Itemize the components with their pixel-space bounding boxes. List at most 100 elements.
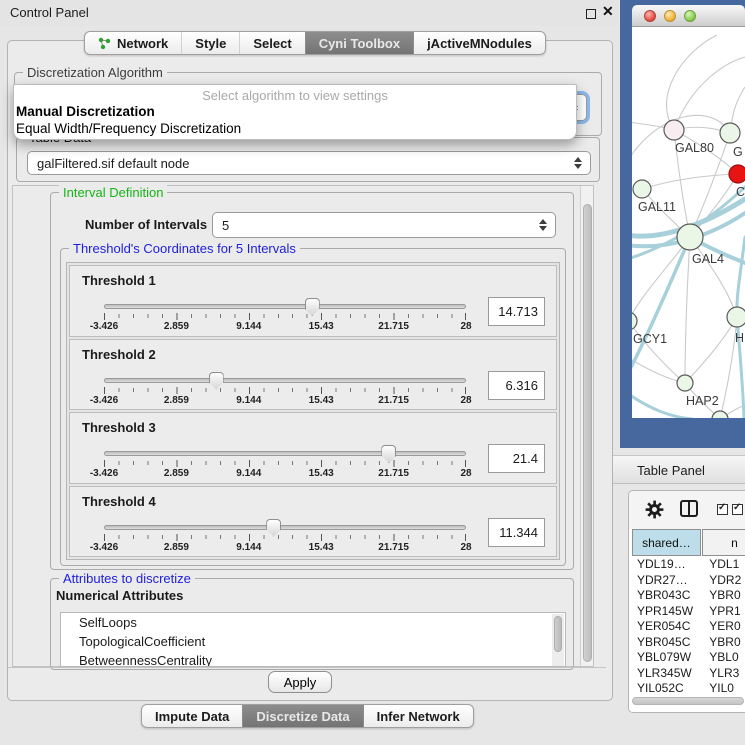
settings-vertical-scrollbar[interactable] <box>580 186 593 666</box>
table-data-combobox[interactable]: galFiltered.sif default node <box>27 151 591 175</box>
tab-select[interactable]: Select <box>239 32 304 54</box>
group-title: Discretization Algorithm <box>23 65 167 80</box>
gear-icon[interactable] <box>645 500 664 519</box>
tab-style[interactable]: Style <box>181 32 239 54</box>
network-window-titlebar[interactable] <box>632 5 745 27</box>
network-node-gal11[interactable] <box>633 180 651 198</box>
tab-label: Discretize Data <box>256 709 349 724</box>
table-row[interactable]: YDL19…YDL1 <box>632 557 745 573</box>
zoom-traffic-light-icon[interactable] <box>684 10 696 22</box>
cell-name[interactable]: YDL1 <box>701 557 745 573</box>
threshold-slider-track[interactable] <box>104 525 466 530</box>
cell-name[interactable]: YDR2 <box>701 573 745 589</box>
cell-name[interactable]: YBR0 <box>701 635 745 651</box>
threshold-slider-track[interactable] <box>104 304 466 309</box>
tab-impute-data[interactable]: Impute Data <box>142 705 242 727</box>
minimize-traffic-light-icon[interactable] <box>664 10 676 22</box>
tab-network[interactable]: Network <box>85 32 181 54</box>
column-header-shared-name[interactable]: shared… <box>632 529 701 556</box>
bottom-tab-bar: Impute Data Discretize Data Infer Networ… <box>141 704 474 728</box>
tab-infer-network[interactable]: Infer Network <box>363 705 473 727</box>
attributes-list-scrollbar[interactable] <box>552 614 564 667</box>
table-data-group: Table Data galFiltered.sif default node <box>16 137 600 182</box>
tick-label: 28 <box>460 321 471 332</box>
network-node[interactable] <box>712 411 728 418</box>
threshold-slider-track[interactable] <box>104 378 466 383</box>
split-view-icon[interactable] <box>680 500 698 517</box>
numerical-attributes-list[interactable]: SelfLoopsTopologicalCoefficientBetweenne… <box>60 612 566 667</box>
network-node-g[interactable] <box>720 123 740 143</box>
table-row[interactable]: YBR045CYBR0 <box>632 635 745 651</box>
cell-name[interactable]: YIL0 <box>701 681 745 697</box>
cell-name[interactable]: YER0 <box>701 619 745 635</box>
slider-ticks <box>104 460 466 468</box>
close-traffic-light-icon[interactable] <box>644 10 656 22</box>
stepper-arrows-icon <box>539 219 547 231</box>
dropdown-option-equal-width-frequency[interactable]: Equal Width/Frequency Discretization <box>14 120 576 137</box>
cell-shared-name[interactable]: YLR345W <box>632 666 701 682</box>
cell-shared-name[interactable]: YBR045C <box>632 635 701 651</box>
table-row[interactable]: YBR043CYBR0 <box>632 588 745 604</box>
cell-shared-name[interactable]: YER054C <box>632 619 701 635</box>
cell-shared-name[interactable]: YBR043C <box>632 588 701 604</box>
attribute-list-item[interactable]: BetweennessCentrality <box>61 651 565 667</box>
checkbox-icon[interactable] <box>717 504 728 515</box>
network-node-gal4[interactable] <box>677 224 703 250</box>
cell-shared-name[interactable]: YIL052C <box>632 681 701 697</box>
thresholds-stack: Threshold 1 -3.4262.8599.14415.4321.7152… <box>66 262 560 560</box>
table-row[interactable]: YIL052CYIL0 <box>632 681 745 697</box>
table-row[interactable]: YER054CYER0 <box>632 619 745 635</box>
node-label: GAL80 <box>675 141 714 155</box>
threshold-1-row: Threshold 1 -3.4262.8599.14415.4321.7152… <box>69 265 557 337</box>
dropdown-option-manual-discretization[interactable]: Manual Discretization <box>14 103 576 120</box>
tab-cyni-toolbox[interactable]: Cyni Toolbox <box>305 32 413 54</box>
network-canvas[interactable]: GAL80GCGAL11GAL4GCY1HHAP2 <box>632 27 745 418</box>
cell-name[interactable]: YLR3 <box>701 666 745 682</box>
tab-jactivemnodules[interactable]: jActiveMNodules <box>413 32 545 54</box>
threshold-3-value-field[interactable]: 21.4 <box>488 444 545 473</box>
close-icon[interactable]: ✕ <box>602 3 614 20</box>
table-row[interactable]: YBL079WYBL0 <box>632 650 745 666</box>
threshold-2-value-field[interactable]: 6.316 <box>488 371 545 400</box>
threshold-1-value-field[interactable]: 14.713 <box>488 297 545 326</box>
group-title: Attributes to discretize <box>59 571 195 586</box>
float-window-icon[interactable] <box>586 9 596 19</box>
cell-shared-name[interactable]: YDR27… <box>632 573 701 589</box>
cell-shared-name[interactable]: YDL19… <box>632 557 701 573</box>
table-row[interactable]: YPR145WYPR1 <box>632 604 745 620</box>
table-panel-title: Table Panel <box>637 463 705 478</box>
tick-label: 15.43 <box>309 395 334 406</box>
table-row[interactable]: YLR345WYLR3 <box>632 666 745 682</box>
cell-shared-name[interactable]: YPR145W <box>632 604 701 620</box>
table-row[interactable]: YDR27…YDR2 <box>632 573 745 589</box>
threshold-slider-track[interactable] <box>104 451 466 456</box>
cell-name[interactable]: YPR1 <box>701 604 745 620</box>
table-horizontal-scrollbar[interactable] <box>632 697 744 705</box>
attribute-list-item[interactable]: TopologicalCoefficient <box>61 632 565 651</box>
cell-shared-name[interactable]: YBL079W <box>632 650 701 666</box>
checkbox-icon[interactable] <box>732 504 743 515</box>
tick-label: -3.426 <box>90 468 118 479</box>
number-of-intervals-spinner[interactable]: 5 <box>212 212 556 238</box>
table-data-value: galFiltered.sif default node <box>37 156 189 171</box>
network-node-gal80[interactable] <box>664 120 684 140</box>
threshold-4-value-field[interactable]: 11.344 <box>488 518 545 547</box>
network-node-hap2[interactable] <box>677 375 693 391</box>
cell-name[interactable]: YBL0 <box>701 650 745 666</box>
network-node-c[interactable] <box>729 165 745 183</box>
group-title: Threshold's Coordinates for 5 Intervals <box>69 241 300 256</box>
column-header-name[interactable]: n <box>702 529 745 556</box>
attribute-list-item[interactable]: SelfLoops <box>61 613 565 632</box>
tab-discretize-data[interactable]: Discretize Data <box>242 705 362 727</box>
cell-name[interactable]: YBR0 <box>701 588 745 604</box>
window-title: Control Panel <box>10 5 89 20</box>
network-node-gcy1[interactable] <box>632 312 637 330</box>
table-panel-titlebar: Table Panel <box>613 455 745 484</box>
tick-label: 21.715 <box>378 395 409 406</box>
tick-label: 2.859 <box>164 542 189 553</box>
network-node-h[interactable] <box>727 307 745 327</box>
scrollbar-thumb[interactable] <box>583 204 592 662</box>
apply-button[interactable]: Apply <box>268 671 332 693</box>
tick-label: 2.859 <box>164 468 189 479</box>
scrollbar-thumb[interactable] <box>554 616 562 652</box>
